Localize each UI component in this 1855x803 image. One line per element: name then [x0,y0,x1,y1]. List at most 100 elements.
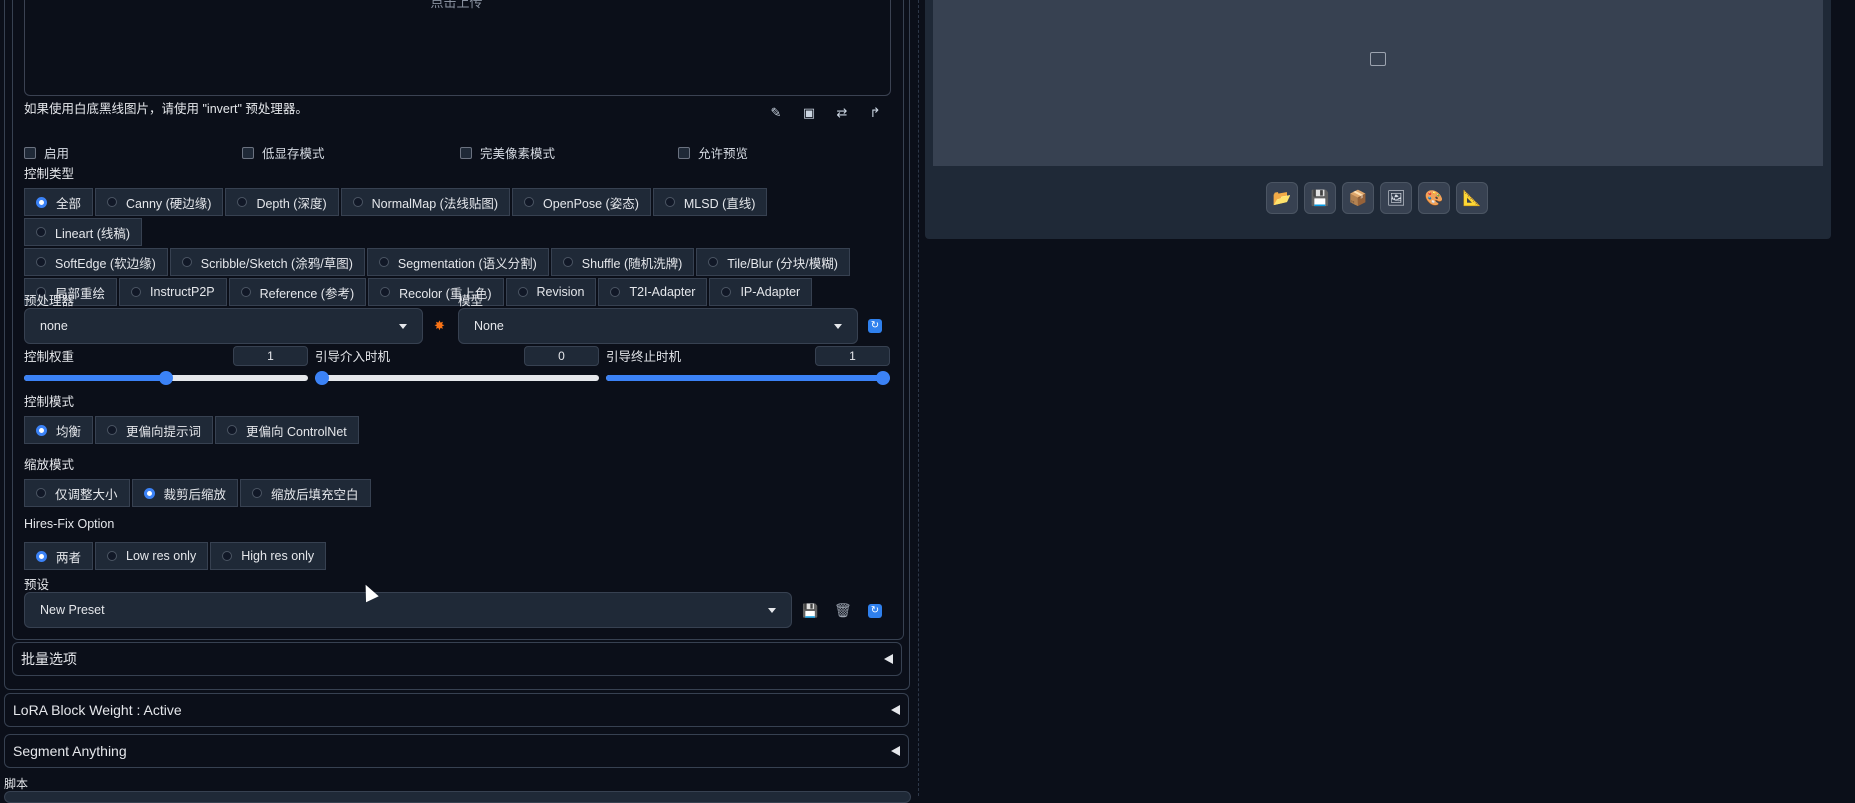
radio-option[interactable]: 两者 [24,542,94,570]
refresh-models-icon[interactable]: ↻ [868,319,882,333]
radio-option[interactable]: IP-Adapter [709,278,813,306]
checkbox-box[interactable] [460,146,472,159]
save-icon[interactable]: 💾 [1304,182,1336,214]
radio-indicator[interactable] [380,287,391,297]
ruler-icon[interactable]: 📐 [1456,182,1488,214]
radio-selected-indicator[interactable] [36,550,47,562]
send-dimensions-icon[interactable]: ↱ [866,104,884,122]
new-canvas-icon[interactable]: ✎ [767,104,785,122]
resize-mode-radios: 仅调整大小 裁剪后缩放 缩放后填充空白 [24,479,373,509]
radio-indicator[interactable] [131,287,142,297]
radio-option[interactable]: Depth (深度) [225,188,339,216]
radio-selected-indicator[interactable] [36,196,47,208]
slider-thumb[interactable] [315,371,329,385]
radio-label: IP-Adapter [740,285,801,299]
radio-indicator[interactable] [237,197,248,207]
radio-option[interactable]: High res only [210,542,327,570]
radio-option[interactable]: 裁剪后缩放 [131,479,239,507]
archive-icon[interactable]: 📦 [1342,182,1374,214]
radio-option[interactable]: 均衡 [24,416,94,444]
script-select[interactable] [4,791,911,803]
radio-indicator[interactable] [252,488,263,498]
radio-option[interactable]: Canny (硬边缘) [95,188,224,216]
radio-option[interactable]: SoftEdge (软边缘) [24,248,168,276]
radio-indicator[interactable] [222,551,233,561]
radio-indicator[interactable] [107,551,118,561]
radio-selected-indicator[interactable] [143,487,155,499]
radio-option[interactable]: InstructP2P [119,278,227,306]
radio-option[interactable]: T2I-Adapter [598,278,708,306]
radio-option[interactable]: Low res only [95,542,209,570]
slider-thumb[interactable] [159,371,173,385]
radio-indicator[interactable] [227,425,238,435]
radio-indicator[interactable] [610,287,621,297]
checkbox-box[interactable] [24,146,36,159]
segment-anything-accordion[interactable]: Segment Anything [4,734,909,768]
enable-checkbox[interactable]: 启用 [24,143,69,162]
radio-indicator[interactable] [107,425,118,435]
radio-option[interactable]: Recolor (重上色) [368,278,504,306]
folder-icon[interactable]: 📂 [1266,182,1298,214]
slider-thumb[interactable] [876,371,890,385]
radio-option[interactable]: Revision [505,278,597,306]
allow-preview-checkbox[interactable]: 允许预览 [678,143,748,162]
radio-option[interactable]: Lineart (线稿) [24,218,143,246]
radio-option[interactable]: Shuffle (随机洗牌) [550,248,695,276]
preprocessor-select[interactable]: none [24,308,423,344]
radio-label: Shuffle (随机洗牌) [581,256,683,271]
radio-option[interactable]: OpenPose (姿态) [512,188,651,216]
palette-icon[interactable]: 🎨 [1418,182,1450,214]
camera-icon[interactable]: ▣ [800,104,818,122]
radio-indicator[interactable] [240,287,251,297]
radio-option[interactable]: Tile/Blur (分块/模糊) [696,248,850,276]
radio-indicator[interactable] [181,257,192,267]
save-preset-icon[interactable]: 💾 [802,603,818,619]
control-weight-slider[interactable] [24,371,308,385]
run-preprocessor-icon[interactable]: ✸ [434,318,445,334]
radio-option[interactable]: 更偏向 ControlNet [215,416,359,444]
guidance-end-slider[interactable] [606,371,890,385]
radio-indicator[interactable] [708,257,719,267]
radio-option[interactable]: NormalMap (法线贴图) [340,188,511,216]
pixel-perfect-checkbox[interactable]: 完美像素模式 [460,143,555,162]
lora-block-weight-accordion[interactable]: LoRA Block Weight : Active [4,693,909,727]
image-upload-area[interactable] [24,0,891,96]
radio-indicator[interactable] [721,287,732,297]
radio-indicator[interactable] [562,257,573,267]
batch-options-accordion[interactable]: 批量选项 [12,642,902,676]
delete-preset-icon[interactable]: 🗑 [834,602,852,619]
refresh-presets-icon[interactable]: ↻ [868,604,882,618]
checkbox-box[interactable] [678,146,690,159]
radio-option[interactable]: 全部 [24,188,94,216]
checkbox-box[interactable] [242,146,254,159]
control-weight-input[interactable]: 1 [233,346,308,366]
radio-indicator[interactable] [524,197,535,207]
radio-indicator[interactable] [36,227,46,237]
control-type-radios: 全部 Canny (硬边缘) Depth (深度) NormalMap (法线贴图) O… [24,188,884,308]
accordion-title: 批量选项 [21,651,77,667]
radio-indicator[interactable] [378,257,389,267]
radio-indicator[interactable] [107,197,118,207]
guidance-end-input[interactable]: 1 [815,346,890,366]
model-select[interactable]: None [458,308,858,344]
radio-option[interactable]: MLSD (直线) [652,188,768,216]
guidance-start-slider[interactable] [315,371,599,385]
radio-indicator[interactable] [517,287,528,297]
radio-selected-indicator[interactable] [36,424,47,436]
swap-icon[interactable]: ⇄ [833,104,851,122]
guidance-start-input[interactable]: 0 [524,346,599,366]
radio-indicator[interactable] [352,197,363,207]
checkbox-label: 启用 [44,147,70,161]
radio-option[interactable]: Reference (参考) [228,278,367,306]
radio-indicator[interactable] [36,257,46,267]
radio-option[interactable]: 仅调整大小 [24,479,130,507]
radio-option[interactable]: 更偏向提示词 [95,416,214,444]
image-icon[interactable]: 🖼 [1380,182,1412,214]
preset-select[interactable]: New Preset [24,592,792,628]
radio-option[interactable]: 缩放后填充空白 [240,479,371,507]
radio-option[interactable]: Scribble/Sketch (涂鸦/草图) [169,248,365,276]
radio-indicator[interactable] [664,197,675,207]
radio-option[interactable]: Segmentation (语义分割) [366,248,549,276]
low-vram-checkbox[interactable]: 低显存模式 [242,143,325,162]
radio-indicator[interactable] [36,488,46,498]
